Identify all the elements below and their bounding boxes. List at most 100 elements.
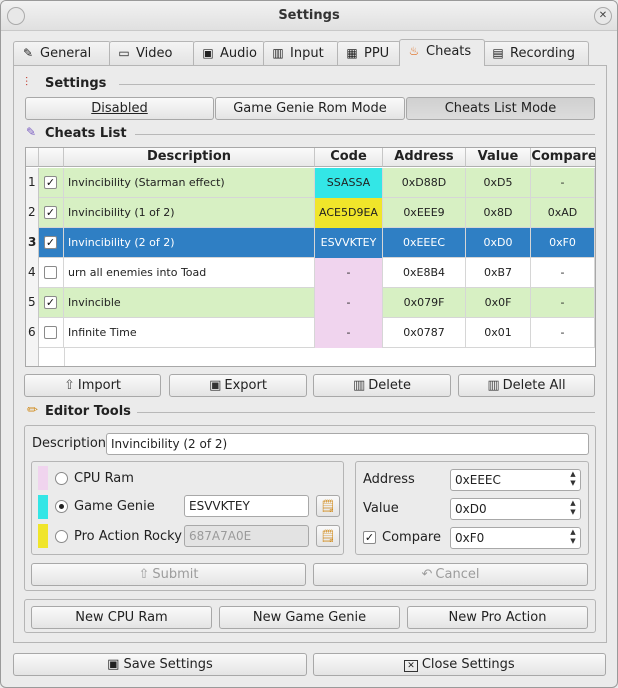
import-button[interactable]: ⇧ Import <box>24 374 161 397</box>
floppy-icon: ▣ <box>107 657 120 672</box>
spin-arrows-icon[interactable]: ▲ ▼ <box>566 528 580 548</box>
save-settings-button[interactable]: ▣ Save Settings <box>13 653 307 676</box>
delete-button[interactable]: ▥ Delete <box>313 374 451 397</box>
table-row[interactable]: 6 Infinite Time -0x0787 0x01- <box>26 318 595 348</box>
spin-arrows-icon[interactable]: ▲ ▼ <box>566 499 580 519</box>
wrench-icon: ✎ <box>22 46 34 60</box>
table-row[interactable]: 2 ✓ Invincibility (1 of 2) ACE5D9EA 0xEEE9 0x… <box>26 198 595 228</box>
column-header-description[interactable]: Description <box>64 148 315 167</box>
address-input[interactable]: 0xEEEC ▲ ▼ <box>450 469 581 491</box>
settings-heading: Settings <box>45 76 107 91</box>
value-cell: 0xB7 <box>466 258 531 288</box>
enabled-checkbox[interactable]: ✓ <box>44 296 57 309</box>
value-label: Value <box>363 501 399 516</box>
code-cell: - <box>315 318 383 348</box>
cheats-table: Description Code Address Value Compare 1… <box>25 147 596 367</box>
row-number: 2 <box>26 198 39 228</box>
tab-video[interactable]: ▭ Video <box>109 41 195 65</box>
column-header-address[interactable]: Address <box>383 148 466 167</box>
table-row[interactable]: 3 ✓ Invincibility (2 of 2) ESVVKTEY 0xEEEC 0x… <box>26 228 595 258</box>
trash-icon: ▥ <box>487 378 500 393</box>
cancel-button[interactable]: ↶ Cancel <box>313 563 588 586</box>
compare-input[interactable]: 0xF0 ▲ ▼ <box>450 527 581 549</box>
row-number: 1 <box>26 168 39 198</box>
code-cell: ACE5D9EA <box>315 198 383 228</box>
enabled-checkbox[interactable]: ✓ <box>44 236 57 249</box>
row-header-filler <box>26 348 39 366</box>
pro-action-label: Pro Action Rocky <box>74 529 182 544</box>
up-arrow-icon: ⇧ <box>138 567 150 582</box>
new-pro-action-button[interactable]: New Pro Action <box>407 606 588 629</box>
game-genie-tool-button[interactable]: 🗒 <box>316 495 340 517</box>
tool-icon: 🗒 <box>320 499 336 513</box>
new-game-genie-button[interactable]: New Game Genie <box>219 606 400 629</box>
table-row[interactable]: 4 urn all enemies into Toad -0xE8B4 0xB7- <box>26 258 595 288</box>
column-header-code[interactable]: Code <box>315 148 383 167</box>
close-box-icon: ✕ <box>404 660 418 672</box>
pro-action-tool-button[interactable]: 🗒 <box>316 525 340 547</box>
close-settings-button[interactable]: ✕ Close Settings <box>313 653 606 676</box>
new-cpu-ram-button[interactable]: New CPU Ram <box>31 606 212 629</box>
row-number: 3 <box>26 228 39 258</box>
gamepad-icon: ▥ <box>272 46 284 60</box>
row-number: 5 <box>26 288 39 318</box>
value-cell: 0xD0 <box>466 228 531 258</box>
tab-audio[interactable]: ▣ Audio <box>193 41 265 65</box>
flame-icon: ♨ <box>408 44 420 58</box>
address-cell: 0xD88D <box>383 168 466 198</box>
close-window-button[interactable]: ✕ <box>594 7 612 25</box>
code-cell: - <box>315 288 383 318</box>
compare-cell: 0xAD <box>531 198 595 228</box>
title-bar: Settings ✕ <box>1 1 617 31</box>
address-cell: 0xEEEC <box>383 228 466 258</box>
address-cell: 0x0787 <box>383 318 466 348</box>
import-icon: ⇧ <box>63 378 75 393</box>
pro-action-code-input[interactable]: 687A7A0E <box>184 525 309 547</box>
code-cell: ESVVKTEY <box>315 228 383 258</box>
mode-disabled-button[interactable]: Disabled <box>25 97 214 120</box>
game-genie-code-input[interactable]: ESVVKTEY <box>184 495 309 517</box>
spin-arrows-icon[interactable]: ▲ ▼ <box>566 470 580 490</box>
value-input[interactable]: 0xD0 ▲ ▼ <box>450 498 581 520</box>
list-pencil-icon: ✎ <box>26 125 37 139</box>
export-button[interactable]: ▣ Export <box>169 374 307 397</box>
compare-checkbox[interactable]: ✓ <box>363 531 376 544</box>
address-cell: 0xE8B4 <box>383 258 466 288</box>
column-header-value[interactable]: Value <box>466 148 531 167</box>
game-genie-radio[interactable] <box>55 500 68 513</box>
game-genie-label: Game Genie <box>74 499 155 514</box>
row-number: 6 <box>26 318 39 348</box>
enabled-checkbox[interactable] <box>44 326 57 339</box>
enabled-checkbox[interactable] <box>44 266 57 279</box>
settings-window: Settings ✕ ✎ General ▭ Video ▣ Audio ▥ Input… <box>0 0 618 688</box>
enabled-checkbox[interactable]: ✓ <box>44 206 57 219</box>
value-cell: 0x8D <box>466 198 531 228</box>
delete-all-button[interactable]: ▥ Delete All <box>458 374 595 397</box>
pro-action-swatch <box>38 524 48 548</box>
speaker-icon: ▣ <box>202 46 214 60</box>
value-cell: 0x01 <box>466 318 531 348</box>
tab-recording[interactable]: ▤ Recording <box>483 41 589 65</box>
divider <box>135 134 595 135</box>
table-row[interactable]: 5 ✓ Invincible -0x079F 0x0F - <box>26 288 595 318</box>
pencil-icon: ✏ <box>27 403 38 418</box>
tab-input[interactable]: ▥ Input <box>263 41 339 65</box>
description-label: Description <box>32 436 107 451</box>
enabled-checkbox[interactable]: ✓ <box>44 176 57 189</box>
submit-button[interactable]: ⇧ Submit <box>31 563 306 586</box>
table-row[interactable]: 1 ✓ Invincibility (Starman effect) SSASSA 0x… <box>26 168 595 198</box>
tab-general[interactable]: ✎ General <box>13 41 111 65</box>
cpu-ram-radio[interactable] <box>55 472 68 485</box>
column-header-compare[interactable]: Compare <box>531 148 595 167</box>
compare-cell: - <box>531 168 595 198</box>
value-cell: 0xD5 <box>466 168 531 198</box>
description-cell: urn all enemies into Toad <box>64 258 315 288</box>
description-input[interactable]: Invincibility (2 of 2) <box>106 433 589 455</box>
mode-game-genie-rom-button[interactable]: Game Genie Rom Mode <box>215 97 405 120</box>
pro-action-radio[interactable] <box>55 530 68 543</box>
tab-ppu[interactable]: ▦ PPU <box>337 41 401 65</box>
tab-cheats[interactable]: ♨ Cheats <box>399 39 485 66</box>
compare-cell: 0xF0 <box>531 228 595 258</box>
mode-cheats-list-button[interactable]: Cheats List Mode <box>406 97 595 120</box>
column-divider <box>64 348 65 366</box>
